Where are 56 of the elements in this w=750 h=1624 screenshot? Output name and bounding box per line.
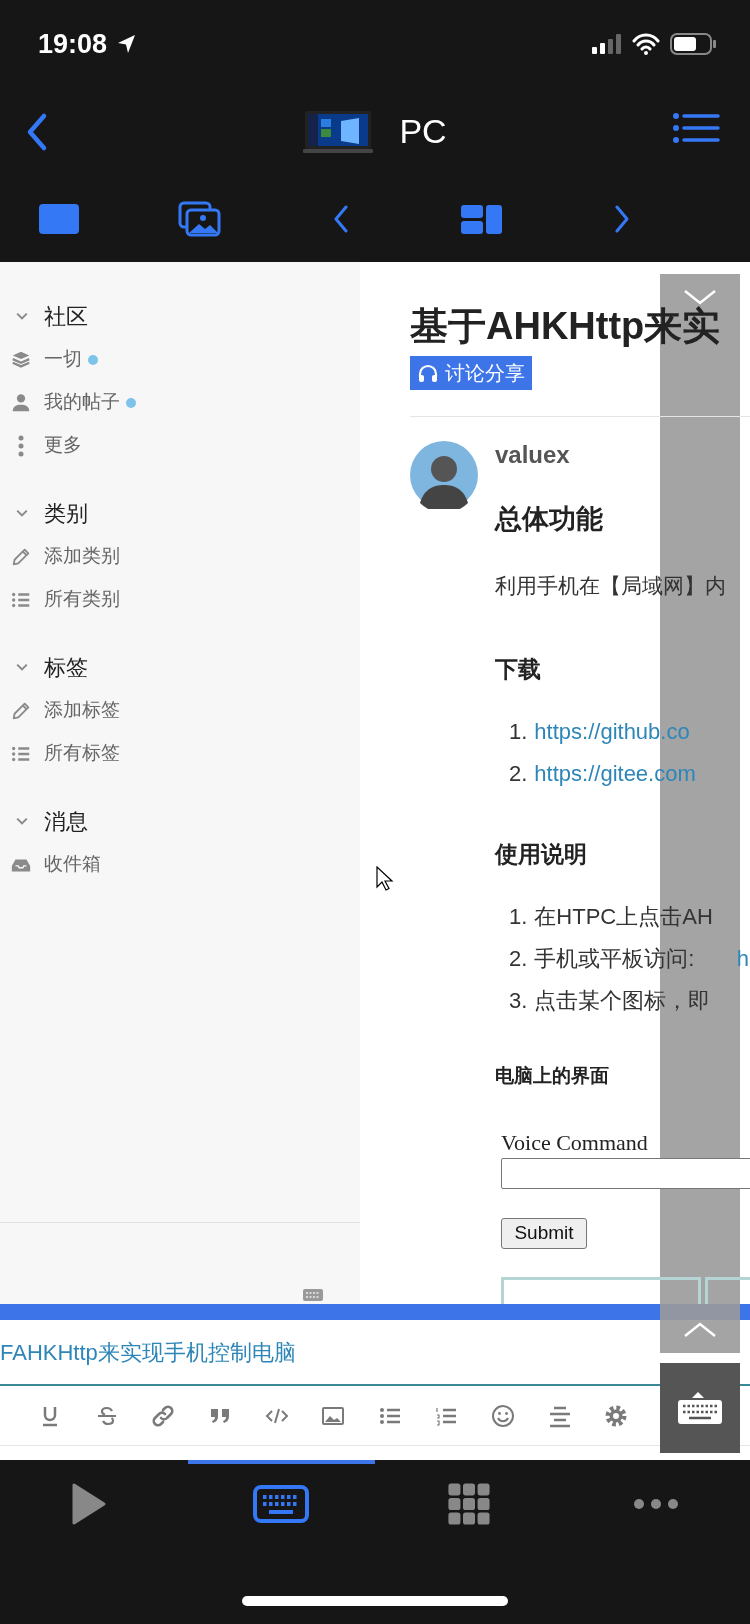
section-heading: 下载 bbox=[495, 655, 542, 684]
device-title: PC bbox=[399, 111, 447, 152]
sidebar-item[interactable]: 所有标签 bbox=[0, 732, 360, 775]
sidebar-item[interactable]: 收件箱 bbox=[0, 843, 360, 886]
chevron-up-icon[interactable] bbox=[682, 1321, 718, 1339]
sidebar-item[interactable]: 添加类别 bbox=[0, 535, 360, 578]
avatar bbox=[410, 441, 478, 509]
list-item-text: 在HTPC上点击AH bbox=[534, 902, 713, 931]
submit-button[interactable]: Submit bbox=[501, 1218, 587, 1249]
section-header[interactable]: 标签 bbox=[0, 645, 88, 689]
list-number: 2. bbox=[509, 759, 528, 788]
more-icon bbox=[17, 434, 25, 457]
menu-button[interactable] bbox=[672, 112, 720, 144]
sidebar-item[interactable]: 我的帖子 bbox=[0, 381, 360, 424]
settings-icon bbox=[604, 1403, 629, 1428]
link-icon bbox=[151, 1403, 176, 1428]
list-number: 1. bbox=[509, 717, 528, 746]
link[interactable]: https://gitee.com bbox=[534, 756, 696, 790]
sidebar-item[interactable]: 一切 bbox=[0, 338, 360, 381]
section-header[interactable]: 社区 bbox=[0, 294, 88, 338]
link[interactable]: https://github.co bbox=[534, 714, 690, 748]
mouse-cursor-icon bbox=[376, 866, 396, 892]
category-tag[interactable]: 讨论分享 bbox=[410, 356, 532, 390]
person-icon bbox=[10, 391, 32, 414]
more-icon bbox=[633, 1498, 680, 1510]
list-number: 2. bbox=[509, 944, 528, 973]
sidebar-item[interactable]: 所有类别 bbox=[0, 578, 360, 621]
title-field-text[interactable]: FAHKHttp来实现手机控制电脑 bbox=[0, 1335, 296, 1369]
status-time: 19:08 bbox=[38, 27, 108, 61]
section-heading: 电脑上的界面 bbox=[495, 1064, 610, 1088]
list-item-text: 点击某个图标，即 bbox=[534, 986, 711, 1015]
paragraph: 利用手机在【局域网】内 bbox=[495, 573, 727, 599]
section-header[interactable]: 类别 bbox=[0, 491, 88, 535]
section-heading: 总体功能 bbox=[495, 503, 604, 536]
headphones-icon bbox=[417, 362, 439, 384]
chevron-right-icon bbox=[615, 204, 630, 233]
author-name: valuex bbox=[495, 441, 571, 469]
keyboard-icon bbox=[678, 1392, 722, 1424]
wifi-icon bbox=[632, 33, 660, 55]
menu-icon bbox=[672, 112, 720, 144]
field-label: Voice Command bbox=[501, 1130, 649, 1156]
sidebar-item[interactable]: 更多 bbox=[0, 424, 360, 467]
keyboard-button[interactable] bbox=[660, 1363, 740, 1453]
list-item-text: 手机或平板访问: bbox=[534, 944, 695, 973]
smile-icon bbox=[491, 1403, 516, 1428]
photos-icon bbox=[177, 200, 222, 237]
list-number: 1. bbox=[509, 902, 528, 931]
chevron-down-icon[interactable] bbox=[682, 288, 718, 306]
input-field[interactable] bbox=[501, 1158, 750, 1189]
sidebar-item[interactable]: 添加标签 bbox=[0, 689, 360, 732]
list-number: 3. bbox=[509, 986, 528, 1015]
signal-icon bbox=[592, 34, 622, 54]
chevron-left-icon bbox=[333, 204, 348, 233]
battery-icon bbox=[670, 33, 716, 55]
section-header[interactable]: 消息 bbox=[0, 799, 88, 843]
section-heading: 使用说明 bbox=[495, 840, 588, 869]
